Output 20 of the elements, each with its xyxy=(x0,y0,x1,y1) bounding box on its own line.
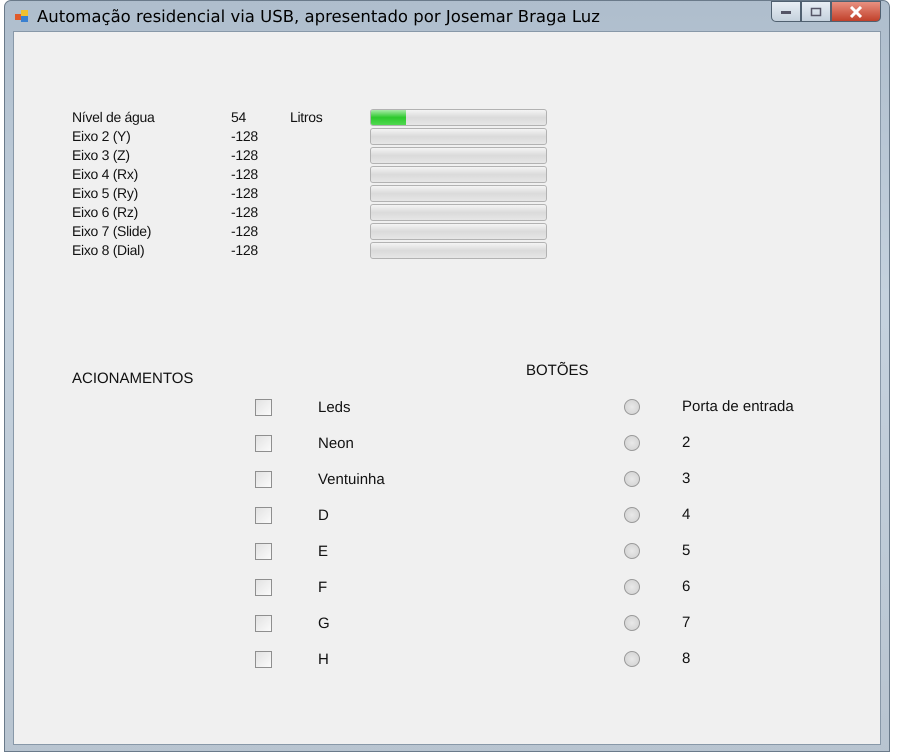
axis-value: -128 xyxy=(231,186,259,201)
section-title: BOTÕES xyxy=(526,362,589,379)
axis-value: -128 xyxy=(231,224,259,239)
axis-label: Nível de água xyxy=(72,110,156,125)
axis-label: Eixo 8 (Dial) xyxy=(72,243,146,258)
axis-value: -128 xyxy=(231,148,259,163)
axis-value: -128 xyxy=(231,167,259,182)
axis-value: -128 xyxy=(231,243,259,258)
axis-value: -128 xyxy=(231,129,259,144)
unit-label: Litros xyxy=(290,110,324,125)
axis-value: 54 xyxy=(231,110,247,125)
axis-label: Eixo 6 (Rz) xyxy=(72,205,139,220)
axis-label: Eixo 3 (Z) xyxy=(72,148,131,163)
section-title: ACIONAMENTOS xyxy=(72,370,194,387)
axis-value: -128 xyxy=(231,205,259,220)
axis-label: Eixo 4 (Rx) xyxy=(72,167,139,182)
axis-label: Eixo 7 (Slide) xyxy=(72,224,152,239)
window-title: Automação residencial via USB, apresentado por Josemar Braga Luz xyxy=(37,6,600,26)
axis-label: Eixo 5 (Ry) xyxy=(72,186,139,201)
axis-label: Eixo 2 (Y) xyxy=(72,129,132,144)
